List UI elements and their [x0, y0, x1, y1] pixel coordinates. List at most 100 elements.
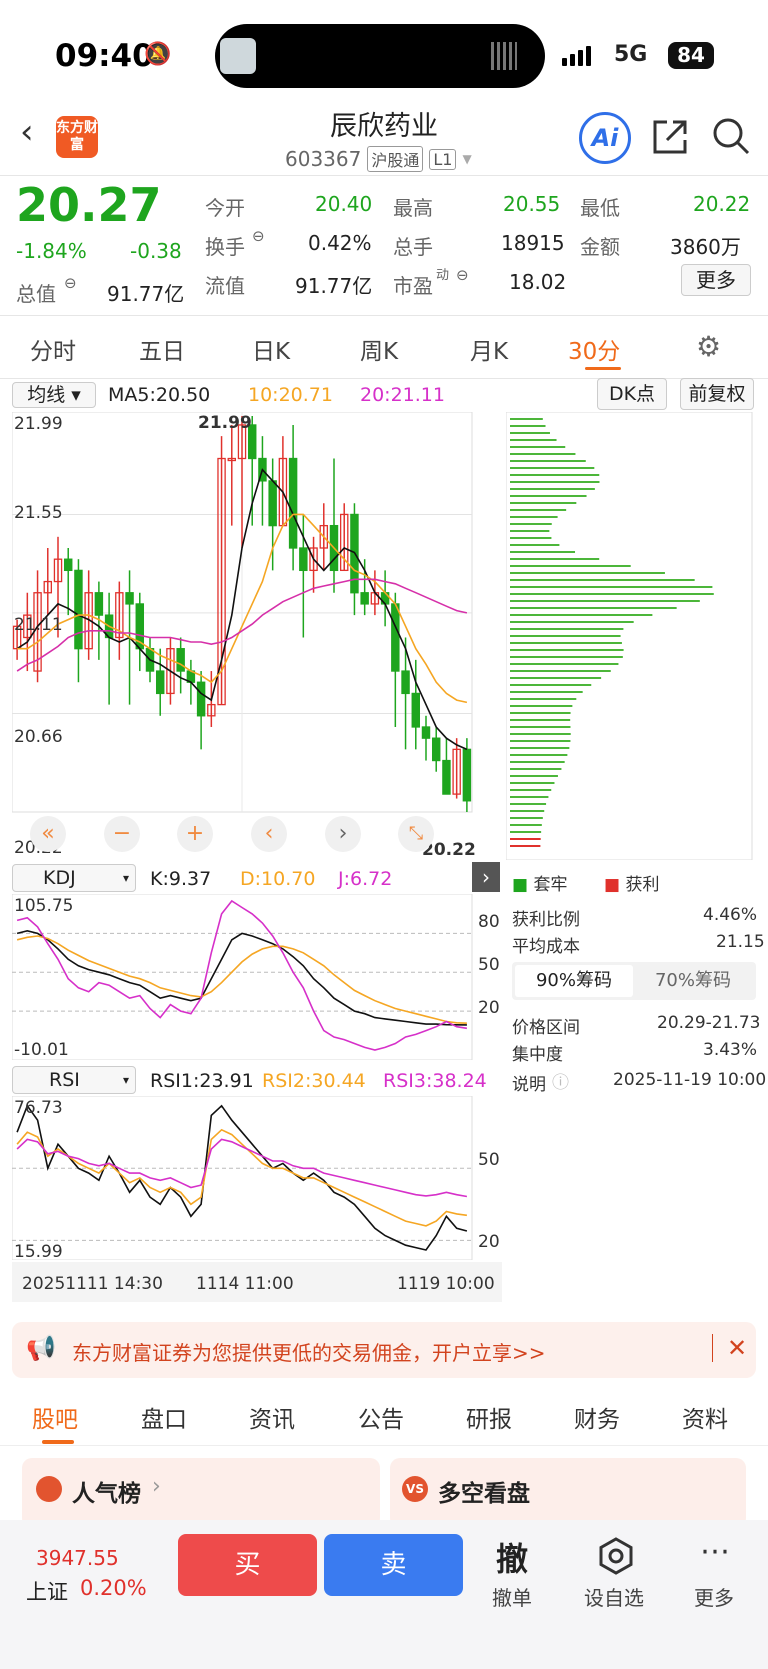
tab-monthly[interactable]: 月K [470, 332, 508, 366]
share-icon[interactable] [651, 118, 689, 156]
kdj-select[interactable]: KDJ ▾ [12, 864, 136, 892]
index-value: 3947.55 [36, 1546, 119, 1570]
chip-bar [510, 754, 568, 756]
tab-announcement[interactable]: 公告 [358, 1400, 404, 1434]
popularity-card[interactable]: 人气榜 › [22, 1458, 380, 1528]
chip-bar [510, 782, 555, 784]
rsi-20: 20 [478, 1232, 500, 1252]
collapse-panel-button[interactable]: › [472, 862, 500, 892]
tab-news[interactable]: 资讯 [249, 1400, 295, 1434]
more-button[interactable]: 更多 [681, 264, 751, 296]
tab-intraday[interactable]: 分时 [30, 332, 76, 366]
cancel-order-icon[interactable]: 撤 [496, 1534, 528, 1580]
gear-icon[interactable]: ⚙ [696, 330, 721, 363]
kdj-frame [12, 894, 473, 1060]
chip-bar [510, 649, 624, 651]
expand-icon[interactable]: ⤡ [398, 816, 434, 852]
mktcap-label: 总值 [16, 282, 56, 306]
chevron-right-icon: › [152, 1474, 161, 1499]
tab-finance[interactable]: 财务 [574, 1400, 620, 1434]
candle-body [155, 670, 165, 695]
bull-bear-card[interactable]: VS 多空看盘 [390, 1458, 746, 1528]
tab-daily[interactable]: 日K [252, 332, 290, 366]
chip-bar [510, 635, 621, 637]
indicator-select[interactable]: 均线 ▾ [12, 382, 96, 408]
open-label: 今开 [205, 196, 245, 220]
info-icon[interactable]: ⊖ [252, 227, 265, 245]
tab-pankou[interactable]: 盘口 [141, 1400, 187, 1434]
tab-5day[interactable]: 五日 [139, 332, 185, 366]
chip-bar [510, 446, 566, 448]
chip-toggle: 90%筹码 70%筹码 [512, 962, 756, 1000]
tab-research[interactable]: 研报 [466, 1400, 512, 1434]
index-pct: 0.20% [80, 1576, 147, 1600]
watchlist-icon[interactable] [596, 1536, 636, 1576]
sell-button[interactable]: 卖 [324, 1534, 463, 1596]
watchlist-label[interactable]: 设自选 [584, 1582, 644, 1611]
zoom-in-icon[interactable]: + [177, 816, 213, 852]
dk-button[interactable]: DK点 [597, 378, 667, 410]
promo-text: 东方财富证券为您提供更低的交易佣金，开户立享>> [72, 1341, 546, 1365]
promo-banner[interactable]: 📢 东方财富证券为您提供更低的交易佣金，开户立享>> ✕ [12, 1322, 756, 1378]
info-icon[interactable]: ⊖ [456, 266, 469, 284]
candle-body [401, 670, 410, 695]
price-axis-top: 21.99 [14, 414, 63, 434]
zoom-out-icon[interactable]: − [104, 816, 140, 852]
legend-trap-label: 套牢 [533, 875, 568, 895]
kdj-bottom: -10.01 [14, 1040, 69, 1060]
more-icon[interactable]: ⋯ [700, 1534, 732, 1569]
high-marker: 21.99 [198, 413, 252, 433]
info-icon[interactable]: ⊖ [64, 274, 77, 292]
kdj-top: 105.75 [14, 896, 74, 916]
tab-profile[interactable]: 资料 [682, 1400, 728, 1434]
chip-bar [510, 439, 557, 441]
price-axis-4: 20.66 [14, 727, 63, 747]
chip-bar [510, 495, 587, 497]
close-icon[interactable]: ✕ [712, 1334, 747, 1362]
index-name: 上证 [26, 1580, 68, 1604]
rsi2-line [16, 1128, 468, 1227]
buy-button[interactable]: 买 [178, 1534, 317, 1596]
kdj-k: K:9.37 [150, 868, 212, 890]
profit-ratio-value: 4.46% [703, 905, 758, 925]
waveform-icon [491, 42, 517, 70]
battery-icon: 84 [668, 42, 714, 69]
vs-icon: VS [402, 1476, 428, 1502]
level-tag: L1 [429, 148, 457, 170]
tab-90-chips[interactable]: 90%筹码 [515, 965, 633, 997]
adjust-button[interactable]: 前复权 [680, 378, 754, 410]
kdj-80: 80 [478, 912, 500, 932]
candle-body [63, 558, 73, 572]
indicator-label: 均线 [27, 384, 66, 406]
cancel-order-label[interactable]: 撤单 [492, 1582, 532, 1611]
tab-30min[interactable]: 30分 [568, 332, 620, 366]
chip-bar [510, 628, 624, 630]
kdj-d: D:10.70 [240, 868, 316, 890]
tab-weekly[interactable]: 周K [360, 332, 398, 366]
candle-body [411, 692, 421, 728]
next-icon[interactable]: › [325, 816, 361, 852]
caret-down-icon[interactable]: ▼ [462, 152, 471, 166]
more-label[interactable]: 更多 [694, 1582, 734, 1611]
kline-chart[interactable] [12, 412, 502, 860]
hk-connect-tag: 沪股通 [367, 146, 424, 172]
search-icon[interactable] [711, 116, 751, 156]
low-value: 20.22 [693, 192, 751, 216]
chip-bar [510, 418, 543, 420]
info-icon[interactable]: ⓘ [552, 1068, 569, 1093]
tab-active-underline [585, 367, 621, 370]
ai-button[interactable]: Ai [579, 112, 631, 164]
float-label: 流值 [205, 274, 245, 298]
tab-70-chips[interactable]: 70%筹码 [634, 965, 752, 997]
chip-bar [510, 705, 573, 707]
turnover-label: 换手 [205, 235, 245, 259]
chip-bar [510, 726, 571, 728]
tab-guba[interactable]: 股吧 [32, 1400, 78, 1434]
rewind-icon[interactable]: « [30, 816, 66, 852]
rsi-select[interactable]: RSI ▾ [12, 1066, 136, 1094]
change-abs: -0.38 [130, 239, 182, 263]
prev-icon[interactable]: ‹ [251, 816, 287, 852]
signal-icon [562, 46, 591, 66]
range-value: 20.29-21.73 [657, 1013, 761, 1033]
range-label: 价格区间 [512, 1018, 580, 1038]
